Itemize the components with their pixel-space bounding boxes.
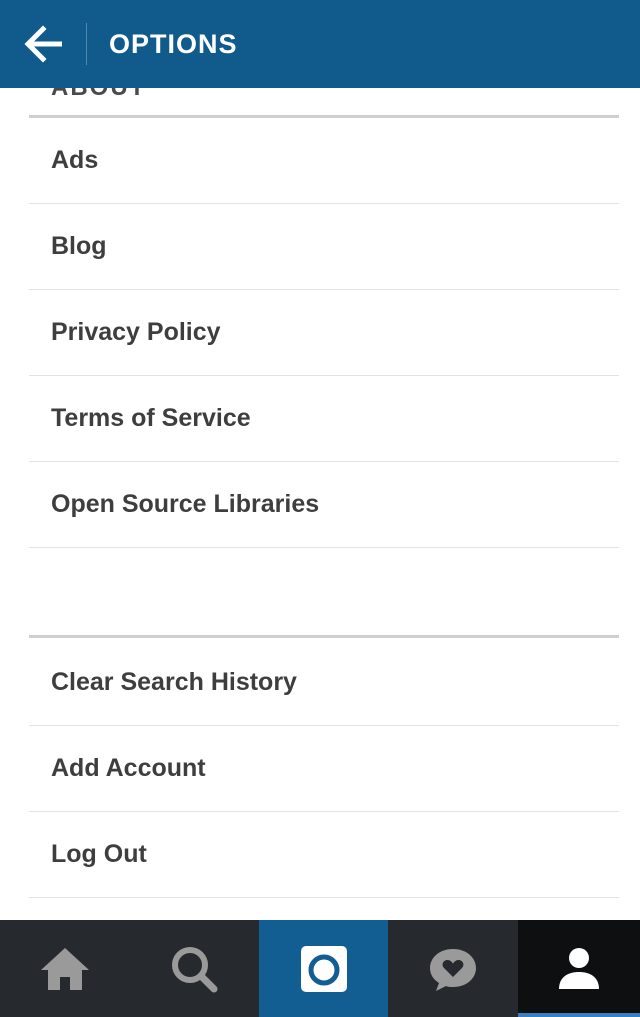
search-icon [172, 946, 218, 992]
option-blog[interactable]: Blog [29, 204, 619, 290]
option-ads[interactable]: Ads [29, 118, 619, 204]
options-list[interactable]: ABOUT Ads Blog Privacy Policy Terms of S… [0, 88, 640, 920]
option-label: Privacy Policy [51, 318, 221, 346]
tab-home[interactable] [0, 920, 129, 1017]
back-arrow-icon [24, 25, 62, 63]
top-app-bar: OPTIONS [0, 0, 640, 88]
page-title: OPTIONS [109, 28, 238, 59]
profile-icon [559, 947, 599, 989]
bottom-nav [0, 920, 640, 1017]
back-button[interactable] [0, 0, 86, 88]
option-label: Ads [51, 146, 99, 174]
account-list: Clear Search History Add Account Log Out [0, 640, 640, 898]
tab-activity[interactable] [388, 920, 518, 1017]
option-terms-of-service[interactable]: Terms of Service [29, 376, 619, 462]
option-log-out[interactable]: Log Out [29, 812, 619, 898]
tab-camera[interactable] [259, 920, 388, 1017]
tab-search[interactable] [129, 920, 259, 1017]
option-label: Blog [51, 232, 107, 260]
option-privacy-policy[interactable]: Privacy Policy [29, 290, 619, 376]
home-icon [40, 947, 89, 990]
header-divider [86, 23, 87, 65]
option-add-account[interactable]: Add Account [29, 726, 619, 812]
option-label: Open Source Libraries [51, 490, 320, 518]
section-title-about: ABOUT [51, 88, 146, 102]
option-open-source-libraries[interactable]: Open Source Libraries [29, 462, 619, 548]
about-list: Ads Blog Privacy Policy Terms of Service… [0, 118, 640, 548]
section-divider-account [29, 635, 619, 638]
option-label: Log Out [51, 840, 147, 868]
camera-icon [300, 945, 347, 992]
activity-icon [430, 948, 476, 991]
option-label: Add Account [51, 754, 206, 782]
option-label: Terms of Service [51, 404, 251, 432]
tab-profile[interactable] [518, 920, 640, 1017]
option-clear-search-history[interactable]: Clear Search History [29, 640, 619, 726]
option-label: Clear Search History [51, 668, 297, 696]
